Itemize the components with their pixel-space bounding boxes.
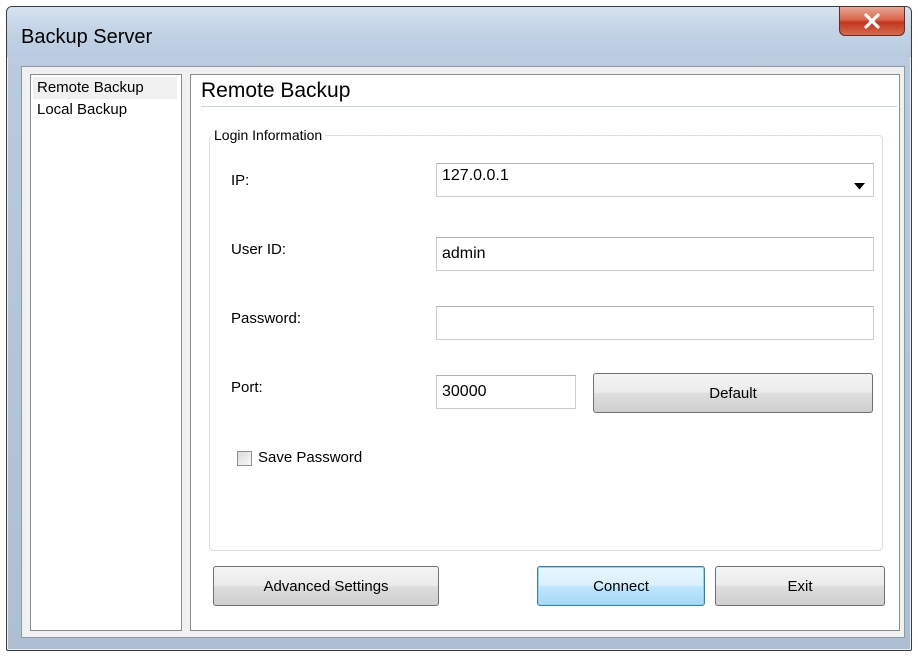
port-field[interactable] xyxy=(436,375,576,409)
advanced-settings-button[interactable]: Advanced Settings xyxy=(213,566,439,606)
ip-dropdown[interactable]: 127.0.0.1 xyxy=(436,163,874,197)
chevron-down-icon xyxy=(854,177,865,195)
sidebar-item-remote-backup[interactable]: Remote Backup xyxy=(33,77,177,99)
window-title: Backup Server xyxy=(21,26,153,48)
ip-value: 127.0.0.1 xyxy=(442,167,509,184)
user-id-field[interactable] xyxy=(436,237,874,271)
title-divider xyxy=(201,106,897,107)
group-title: Login Information xyxy=(211,127,326,143)
dialog-client-area: Remote Backup Local Backup Remote Backup… xyxy=(21,66,905,638)
ip-label: IP: xyxy=(231,172,250,189)
login-information-group xyxy=(209,135,883,551)
close-button[interactable] xyxy=(839,7,905,36)
remote-backup-panel: Remote Backup Login Information IP: 127.… xyxy=(190,74,900,631)
close-x-icon xyxy=(863,13,881,29)
page-title: Remote Backup xyxy=(201,79,351,102)
connect-button[interactable]: Connect xyxy=(537,566,705,606)
user-id-label: User ID: xyxy=(231,241,287,258)
title-bar[interactable]: Backup Server xyxy=(7,7,911,57)
password-field[interactable] xyxy=(436,306,874,340)
sidebar-item-local-backup[interactable]: Local Backup xyxy=(33,99,177,121)
sidebar-list: Remote Backup Local Backup xyxy=(30,74,182,631)
port-label: Port: xyxy=(231,379,263,396)
backup-server-window: Backup Server Remote Backup Local Backup… xyxy=(6,6,912,651)
default-port-button[interactable]: Default xyxy=(593,373,873,413)
exit-button[interactable]: Exit xyxy=(715,566,885,606)
save-password-label[interactable]: Save Password xyxy=(258,449,362,466)
password-label: Password: xyxy=(231,310,302,327)
save-password-checkbox[interactable] xyxy=(237,451,252,466)
